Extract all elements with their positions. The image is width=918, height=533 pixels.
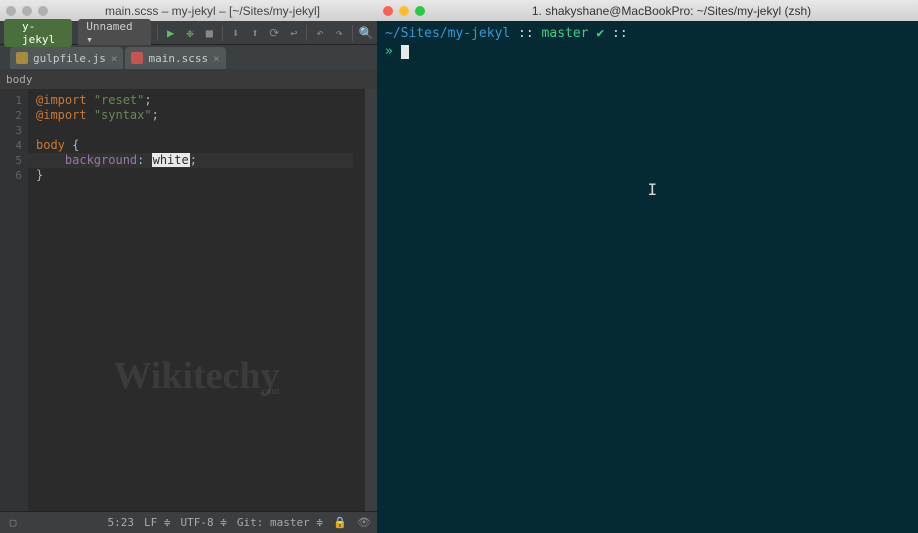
terminal-sep: :: [510,26,541,41]
window-min-icon[interactable] [22,6,32,16]
code-keyword: @import [36,108,87,122]
text-caret-icon: I [648,181,658,199]
back-icon[interactable]: ↶ [313,26,326,40]
file-encoding[interactable]: UTF-8 ≑ [181,516,227,529]
editor-scrollbar[interactable] [365,89,377,511]
line-number: 1 [0,93,22,108]
terminal-line: » [385,43,910,61]
forward-icon[interactable]: ↷ [333,26,346,40]
code-editor[interactable]: 1 2 3 4 5 6 @import "reset"; @import "sy… [0,89,377,511]
tab-label: gulpfile.js [33,52,106,65]
code-punct: : [137,153,151,167]
vcs-update-icon[interactable]: ⬇ [229,26,242,40]
project-crumb[interactable]: y-jekyl [4,19,72,47]
terminal-window-title: 1. shakyshane@MacBookPro: ~/Sites/my-jek… [431,4,912,18]
check-icon: ✔ [589,26,605,41]
terminal-cursor [401,45,409,59]
terminal-body[interactable]: ~/Sites/my-jekyl :: master ✔ :: » I [377,21,918,533]
cursor-position: 5:23 [108,516,135,529]
vcs-history-icon[interactable]: ⟳ [268,26,281,40]
tab-gulpfile[interactable]: gulpfile.js × [10,47,123,69]
js-file-icon [16,52,28,64]
ide-window-title: main.scss – my-jekyl – [~/Sites/my-jekyl… [54,4,371,18]
terminal-sep: :: [604,26,627,41]
code-area[interactable]: @import "reset"; @import "syntax"; body … [28,89,365,511]
debug-icon[interactable]: ❉ [183,26,196,40]
ide-statusbar: ▢ 5:23 LF ≑ UTF-8 ≑ Git: master ≑ 🔒 👁 [0,511,377,533]
code-value: white [152,153,190,167]
tab-mainscss[interactable]: main.scss × [125,47,225,69]
tab-label: main.scss [148,52,208,65]
terminal-line: ~/Sites/my-jekyl :: master ✔ :: [385,25,910,43]
code-punct: ; [144,93,151,107]
run-icon[interactable]: ▶ [164,26,177,40]
inspect-icon[interactable]: 👁 [357,516,371,530]
line-number: 3 [0,123,22,138]
code-selector: body [36,138,65,152]
window-close-icon[interactable] [383,6,393,16]
lock-icon[interactable]: 🔒 [333,516,347,530]
vcs-revert-icon[interactable]: ↩ [287,26,300,40]
ide-toolbar: y-jekyl Unnamed ▾ ▶ ❉ ■ ⬇ ⬆ ⟳ ↩ ↶ ↷ 🔍 [0,21,377,45]
terminal-prompt: » [385,44,401,59]
breadcrumb[interactable]: body [0,69,377,89]
breadcrumb-item: body [6,73,33,86]
code-punct: ; [152,108,159,122]
ide-titlebar: main.scss – my-jekyl – [~/Sites/my-jekyl… [0,0,377,21]
window-min-icon[interactable] [399,6,409,16]
window-max-icon[interactable] [415,6,425,16]
code-punct: { [65,138,79,152]
stop-icon[interactable]: ■ [203,26,216,40]
editor-tabbar: gulpfile.js × main.scss × [0,45,377,69]
terminal-branch: master [542,26,589,41]
line-number: 6 [0,168,22,183]
vcs-commit-icon[interactable]: ⬆ [248,26,261,40]
code-property: background [65,153,137,167]
watermark-label: Wikitechy .com [113,369,279,399]
window-max-icon[interactable] [38,6,48,16]
code-string: "syntax" [94,108,152,122]
status-tool-icon[interactable]: ▢ [6,516,20,530]
terminal-path: ~/Sites/my-jekyl [385,26,510,41]
line-gutter: 1 2 3 4 5 6 [0,89,28,511]
line-number: 5 [0,153,22,168]
git-branch[interactable]: Git: master ≑ [237,516,323,529]
run-config-dropdown[interactable]: Unnamed ▾ [78,19,151,47]
code-punct: } [36,168,43,182]
code-string: "reset" [94,93,145,107]
ide-pane: main.scss – my-jekyl – [~/Sites/my-jekyl… [0,0,377,533]
terminal-pane: 1. shakyshane@MacBookPro: ~/Sites/my-jek… [377,0,918,533]
line-number: 2 [0,108,22,123]
window-close-icon[interactable] [6,6,16,16]
line-sep[interactable]: LF ≑ [144,516,171,529]
code-keyword: @import [36,93,87,107]
code-punct: ; [190,153,197,167]
run-config-label: Unnamed ▾ [86,20,143,46]
terminal-titlebar: 1. shakyshane@MacBookPro: ~/Sites/my-jek… [377,0,918,21]
scss-file-icon [131,52,143,64]
line-number: 4 [0,138,22,153]
close-icon[interactable]: × [111,52,118,65]
close-icon[interactable]: × [213,52,220,65]
search-icon[interactable]: 🔍 [359,26,373,40]
